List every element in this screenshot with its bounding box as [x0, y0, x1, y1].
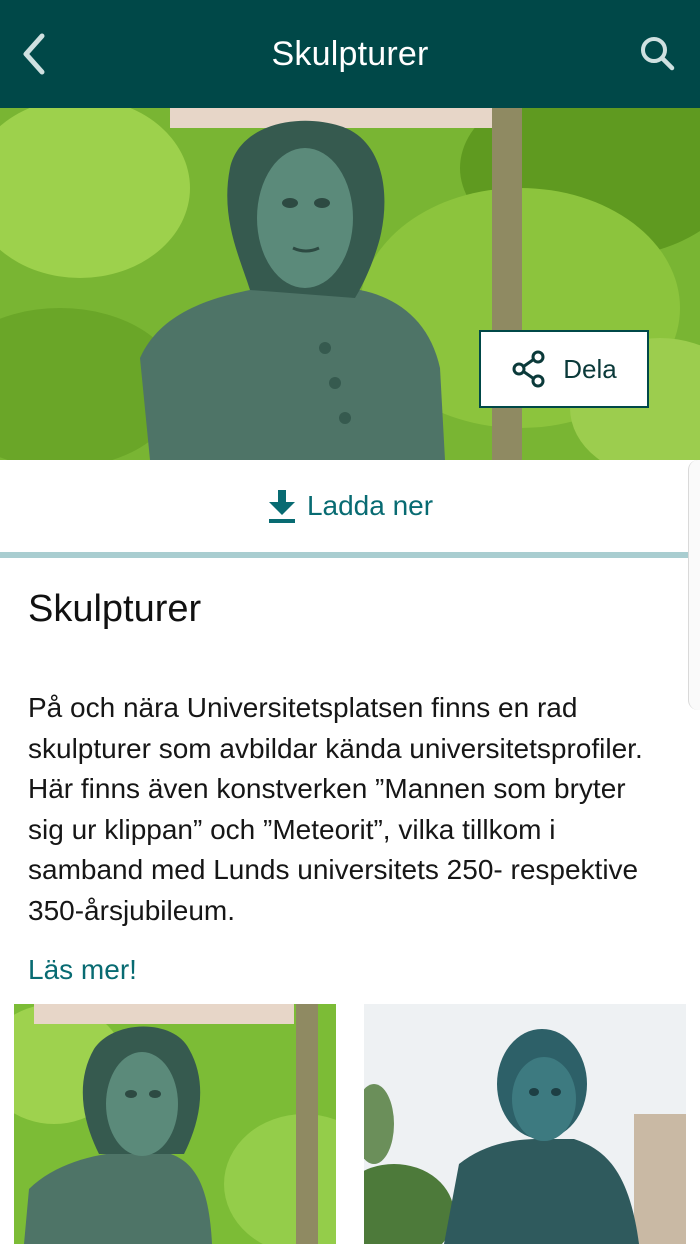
search-icon: [641, 37, 675, 71]
section-divider: [0, 552, 700, 558]
read-more-link[interactable]: Läs mer!: [28, 954, 137, 986]
sculpture-thumbnail-1[interactable]: [14, 1004, 336, 1244]
sculpture-bust-image: [14, 1004, 336, 1244]
chevron-left-icon: [23, 33, 45, 75]
page-title: Skulpturer: [271, 34, 429, 73]
share-button[interactable]: Dela: [479, 330, 649, 408]
download-button[interactable]: Ladda ner: [0, 460, 700, 552]
section-title: Skulpturer: [28, 588, 202, 630]
description-text: På och nära Universitetsplatsen finns en…: [28, 692, 643, 926]
download-icon: [268, 490, 295, 523]
sculpture-thumbnail-2[interactable]: [364, 1004, 686, 1244]
download-label: Ladda ner: [306, 490, 434, 521]
back-button[interactable]: [18, 30, 58, 78]
sculpture-statue-image: [364, 1004, 686, 1244]
share-icon: [512, 350, 545, 388]
search-button[interactable]: [636, 32, 680, 76]
app-header: Skulpturer: [0, 0, 700, 108]
share-label: Dela: [563, 353, 617, 384]
scroll-indicator[interactable]: [688, 460, 700, 710]
